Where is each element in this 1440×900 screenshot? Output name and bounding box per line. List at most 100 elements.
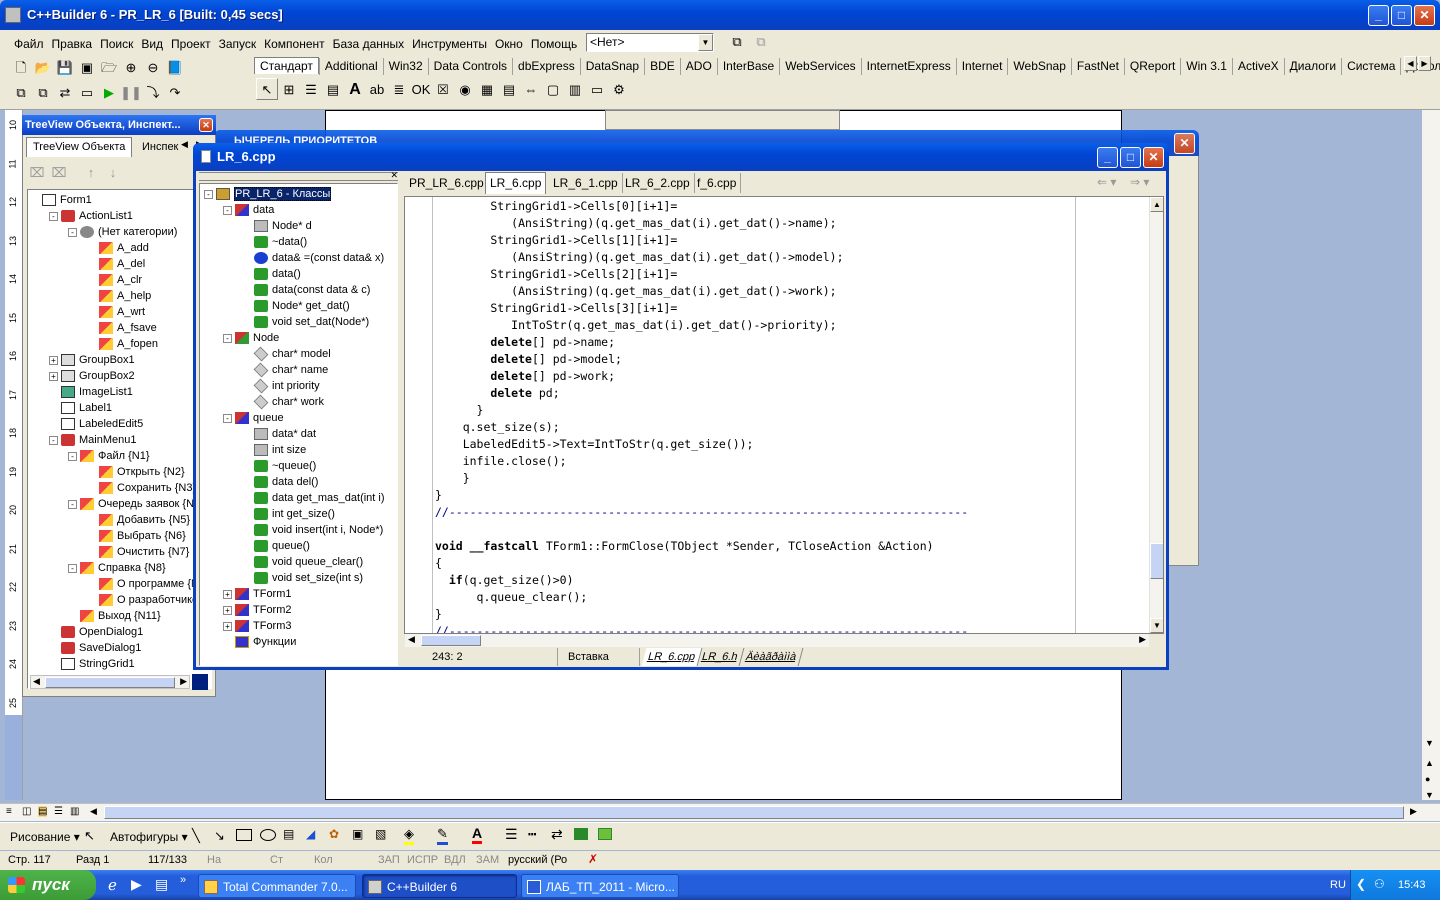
object-tree-node[interactable]: ImageList1 [61, 384, 133, 400]
scrollbar-component-icon[interactable]: ⇔ [520, 79, 542, 101]
palette-tab-3[interactable]: Data Controls [427, 58, 512, 75]
word-quicklaunch-icon[interactable]: ▤ [155, 876, 168, 893]
quicklaunch-more-icon[interactable]: » [180, 874, 186, 886]
line-style-icon[interactable]: ☰ [505, 826, 518, 843]
view-unit-icon[interactable]: ⧉ [10, 82, 32, 104]
tab-scroll-left-icon[interactable]: ◀ [181, 139, 188, 150]
palette-tab-5[interactable]: DataSnap [579, 58, 644, 75]
pointer-icon[interactable]: ↖ [256, 78, 278, 100]
nav-forward-icon[interactable]: ⇒ ▾ [1130, 175, 1149, 189]
diagram-icon[interactable]: ✿ [329, 827, 339, 841]
clipart-icon[interactable]: ▣ [352, 827, 363, 841]
start-button[interactable]: пуск [0, 870, 96, 900]
object-tree-node[interactable]: A_del [99, 256, 145, 272]
code-hscroll[interactable]: ◀ ▶ [405, 634, 1149, 647]
class-tree-node[interactable]: TForm3 [235, 618, 292, 634]
class-tree-node[interactable]: char* work [253, 394, 324, 410]
minimize-button[interactable]: _ [1368, 5, 1389, 26]
palette-tab-16[interactable]: ActiveX [1231, 58, 1284, 75]
save-icon[interactable]: 💾 [54, 57, 76, 79]
menu-1[interactable]: Правка [48, 35, 97, 53]
class-tree-node[interactable]: data [235, 202, 274, 218]
actionlist-component-icon[interactable]: ⚙ [608, 79, 630, 101]
object-tree-node[interactable]: MainMenu1 [61, 432, 136, 448]
open-project-icon[interactable]: 🗁 [98, 57, 120, 79]
remove-from-project-icon[interactable]: ⊖ [142, 57, 164, 79]
class-tree-node[interactable]: TForm1 [235, 586, 292, 602]
wordart-icon[interactable]: ◢ [306, 827, 315, 841]
object-tree-node[interactable]: SaveDialog1 [61, 640, 141, 656]
menu-0[interactable]: Файл [10, 35, 48, 53]
drawing-menu[interactable]: Рисование ▾ [10, 830, 80, 844]
object-tree-node[interactable]: Label1 [61, 400, 112, 416]
editor-close-button[interactable]: ✕ [1143, 147, 1164, 168]
spelling-icon[interactable]: ✗ [588, 852, 598, 866]
editor-tab-0[interactable]: PR_LR_6.cpp [405, 173, 489, 193]
open-icon[interactable]: 📂 [32, 57, 54, 79]
class-tree-node[interactable]: data get_mas_dat(int i) [254, 490, 385, 506]
palette-tab-10[interactable]: InternetExpress [860, 58, 956, 75]
collapse-icon[interactable]: - [204, 190, 213, 199]
tray-expand-icon[interactable]: ❮ [1356, 877, 1366, 891]
object-tree-node[interactable]: Выбрать {N6} [99, 528, 186, 544]
autoshapes-menu[interactable]: Автофигуры ▾ [110, 830, 188, 844]
collapse-icon[interactable]: - [223, 414, 232, 423]
step-over-icon[interactable]: ↷ [164, 82, 186, 104]
object-tree-node[interactable]: Form1 [42, 192, 92, 208]
trace-into-icon[interactable]: ⤵ [142, 82, 164, 104]
save-all-icon[interactable]: ▣ [76, 57, 98, 79]
class-tree-node[interactable]: queue [235, 410, 284, 426]
object-tree-node[interactable]: ActionList1 [61, 208, 133, 224]
arrow-icon[interactable]: ↘ [214, 828, 225, 844]
treeview-close-icon[interactable]: ✕ [199, 118, 213, 132]
object-tree-node[interactable]: Очередь заявок {N4 [80, 496, 200, 512]
edit-component-icon[interactable]: ab [366, 79, 388, 101]
taskbar-word[interactable]: ЛАБ_ТП_2011 - Micro... [521, 874, 679, 898]
palette-tab-7[interactable]: ADO [679, 58, 717, 75]
bottom-tab-0[interactable]: LR_6.cpp [641, 648, 703, 666]
class-tree-node[interactable]: void set_dat(Node*) [254, 314, 369, 330]
object-tree-hscroll[interactable]: ◀ ▶ [30, 675, 190, 689]
media-player-icon[interactable]: ▶ [131, 876, 142, 893]
print-view-icon[interactable]: ▤ [38, 806, 48, 817]
ie-icon[interactable]: ℯ [108, 876, 117, 894]
class-tree-node[interactable]: Функции [235, 634, 296, 650]
object-tree-node[interactable]: A_fopen [99, 336, 158, 352]
object-tree-node[interactable]: A_fsave [99, 320, 157, 336]
collapse-icon[interactable]: - [68, 564, 77, 573]
groupbox-component-icon[interactable]: ▢ [542, 79, 564, 101]
object-tree-node[interactable]: Добавить {N5} [99, 512, 190, 528]
class-tree-node[interactable]: ~queue() [254, 458, 316, 474]
pause-icon[interactable]: ❚❚ [120, 82, 142, 104]
doc-hscroll-right-icon[interactable]: ▶ [1410, 806, 1417, 817]
maximize-button[interactable]: □ [1391, 5, 1412, 26]
class-tree-node[interactable]: void queue_clear() [254, 554, 363, 570]
set-debug-desktop-icon[interactable]: ⧉ [750, 31, 772, 53]
rectangle-icon[interactable] [236, 829, 252, 841]
menu-4[interactable]: Проект [167, 35, 215, 53]
hscroll-left-icon[interactable]: ◀ [33, 676, 40, 687]
menu-7[interactable]: База данных [329, 35, 408, 53]
collapse-icon[interactable]: - [223, 334, 232, 343]
radiogroup-component-icon[interactable]: ▥ [564, 79, 586, 101]
object-tree-node[interactable]: OpenDialog1 [61, 624, 143, 640]
expand-icon[interactable]: + [49, 356, 58, 365]
palette-tab-0[interactable]: Стандарт [254, 57, 319, 74]
picture-icon[interactable]: ▧ [375, 827, 386, 841]
object-tree-node[interactable]: О программе {N [99, 576, 199, 592]
memo-component-icon[interactable]: ≣ [388, 79, 410, 101]
dash-style-icon[interactable]: ┅ [528, 826, 536, 843]
select-objects-icon[interactable]: ↖ [84, 828, 95, 844]
palette-tab-13[interactable]: FastNet [1070, 58, 1124, 75]
class-tree-node[interactable]: Node [235, 330, 279, 346]
bottom-tab-1[interactable]: LR_6.h [695, 648, 745, 666]
doc-prev-page-icon[interactable]: ▲ [1425, 758, 1434, 768]
palette-tab-4[interactable]: dbExpress [512, 58, 580, 75]
editor-maximize-button[interactable]: □ [1120, 147, 1141, 168]
object-tree-node[interactable]: A_clr [99, 272, 142, 288]
font-color-icon[interactable]: A [472, 825, 483, 844]
palette-tab-1[interactable]: Additional [318, 58, 383, 75]
class-tree-node[interactable]: void set_size(int s) [254, 570, 363, 586]
fill-color-icon[interactable]: ◈ [404, 826, 414, 845]
3d-icon[interactable] [598, 828, 612, 840]
